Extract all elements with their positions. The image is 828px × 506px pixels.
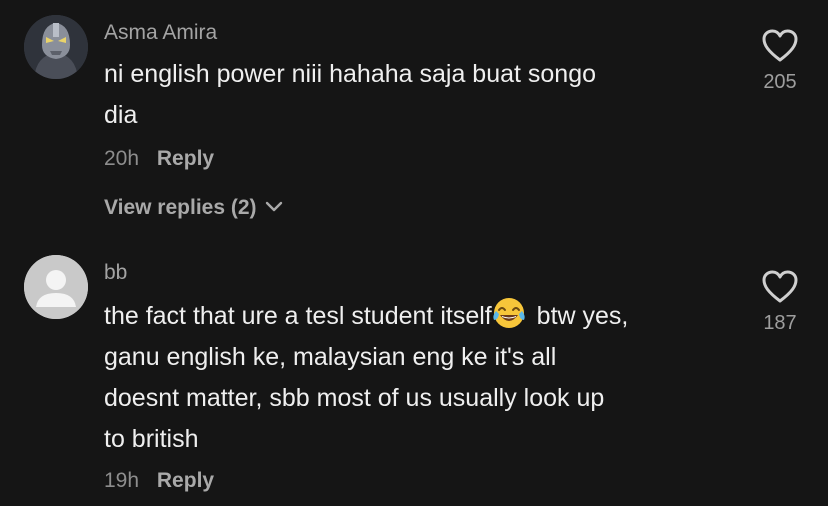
comment-text-line: doesnt matter, sbb most of us usually lo… <box>104 384 605 412</box>
reply-button[interactable]: Reply <box>157 469 214 492</box>
chevron-down-icon <box>266 201 283 212</box>
comment-text: the fact that ure a tesl student itself … <box>104 296 628 460</box>
comment-meta: 20h Reply <box>104 147 214 171</box>
comment-item: Asma Amira ni english power niii hahaha … <box>0 0 828 240</box>
comment-item: bb the fact that ure a tesl student itse… <box>0 240 828 506</box>
like-count: 187 <box>763 312 797 334</box>
view-replies-button[interactable]: View replies (2) <box>104 196 284 220</box>
face-with-tears-of-joy-icon <box>493 298 525 328</box>
comment-text-line: to british <box>104 425 199 453</box>
comment-meta: 19h Reply <box>104 469 214 493</box>
comment-text-segment: the fact that ure a tesl student itself <box>104 302 492 330</box>
like-count: 205 <box>763 71 797 93</box>
like-button[interactable]: 205 <box>750 28 810 94</box>
comment-text-line: ni english power niii hahaha saja buat s… <box>104 60 597 88</box>
heart-icon <box>762 270 798 303</box>
timestamp: 19h <box>104 469 140 492</box>
comment-text: ni english power niii hahaha saja buat s… <box>104 54 596 136</box>
like-button[interactable]: 187 <box>750 269 810 335</box>
avatar-image <box>24 15 88 79</box>
comment-text-line: the fact that ure a tesl student itself … <box>104 296 628 337</box>
avatar[interactable] <box>24 15 88 79</box>
reply-button[interactable]: Reply <box>157 147 214 170</box>
username[interactable]: bb <box>104 261 127 285</box>
username[interactable]: Asma Amira <box>104 21 217 45</box>
view-replies-label: View replies (2) <box>104 196 257 219</box>
avatar[interactable] <box>24 255 88 319</box>
timestamp: 20h <box>104 147 140 170</box>
heart-icon <box>762 29 798 62</box>
comment-text-segment: btw yes, <box>529 302 629 330</box>
comment-text-line: ganu english ke, malaysian eng ke it's a… <box>104 343 557 371</box>
default-avatar-icon <box>24 255 88 319</box>
comment-text-line: dia <box>104 101 138 129</box>
